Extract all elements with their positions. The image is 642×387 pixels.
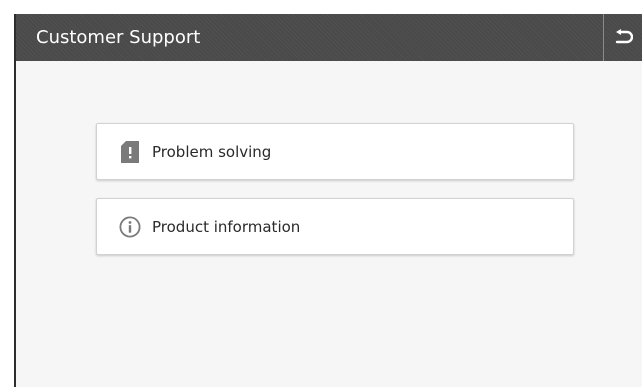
problem-solving-label: Problem solving <box>152 142 272 161</box>
product-information-label: Product information <box>152 217 301 236</box>
back-arrow-icon <box>615 28 633 43</box>
page-title: Customer Support <box>36 27 201 48</box>
problem-solving-button[interactable]: Problem solving <box>96 123 574 180</box>
product-information-button[interactable]: Product information <box>96 198 574 255</box>
customer-support-screen: Customer Support Problem solving Product… <box>14 14 642 387</box>
info-icon <box>119 215 141 238</box>
back-button[interactable] <box>603 14 642 61</box>
header-bar: Customer Support <box>16 14 642 61</box>
alert-card-icon <box>119 140 141 163</box>
